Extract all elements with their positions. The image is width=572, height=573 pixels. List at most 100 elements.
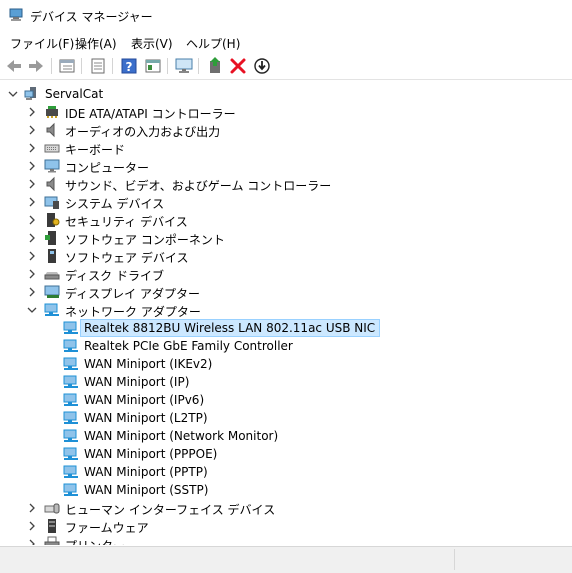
chevron-right-icon[interactable] xyxy=(25,266,39,282)
tree-category-label: オーディオの入力および出力 xyxy=(65,125,221,139)
tree-device[interactable]: Realtek 8812BU Wireless LAN 802.11ac USB… xyxy=(0,319,572,337)
device-list-icon[interactable] xyxy=(88,56,108,76)
disable-device-icon[interactable] xyxy=(252,56,272,76)
tree-device-label: WAN Miniport (PPPOE) xyxy=(84,447,218,461)
svg-text:?: ? xyxy=(126,60,133,74)
back-arrow-icon[interactable] xyxy=(4,56,24,76)
chevron-right-icon[interactable] xyxy=(25,284,39,300)
chevron-right-icon[interactable] xyxy=(25,158,39,174)
tree-root-label: ServalCat xyxy=(45,87,104,101)
status-pane-divider xyxy=(454,549,455,570)
network-adapter-icon xyxy=(44,302,60,318)
chevron-right-icon[interactable] xyxy=(25,500,39,516)
tree-category[interactable]: IDE ATA/ATAPI コントローラー xyxy=(0,103,572,121)
tree-category-label: ネットワーク アダプター xyxy=(65,305,201,319)
tree-category-label: ソフトウェア コンポーネント xyxy=(65,233,225,247)
tree-device[interactable]: WAN Miniport (PPTP) xyxy=(0,463,572,481)
chevron-right-icon[interactable] xyxy=(25,518,39,534)
chevron-right-icon[interactable] xyxy=(25,212,39,228)
display-adapter-icon xyxy=(44,284,60,300)
menu-action[interactable]: 操作(A) xyxy=(75,35,117,52)
tree-category[interactable]: ファームウェア xyxy=(0,517,572,535)
tree-category[interactable]: システム デバイス xyxy=(0,193,572,211)
tree-category[interactable]: サウンド、ビデオ、およびゲーム コントローラー xyxy=(0,175,572,193)
tree-device[interactable]: WAN Miniport (SSTP) xyxy=(0,481,572,499)
tree-category[interactable]: ソフトウェア コンポーネント xyxy=(0,229,572,247)
properties-grid-icon[interactable] xyxy=(57,56,77,76)
chevron-right-icon[interactable] xyxy=(25,248,39,264)
tree-device[interactable]: Realtek PCIe GbE Family Controller xyxy=(0,337,572,355)
network-adapter-icon xyxy=(63,338,79,354)
menu-help[interactable]: ヘルプ(H) xyxy=(186,35,240,52)
network-adapter-icon xyxy=(63,356,79,372)
chevron-right-icon[interactable] xyxy=(25,176,39,192)
toolbar-separator xyxy=(81,58,82,74)
toolbar: ? xyxy=(0,53,572,80)
tree-device[interactable]: WAN Miniport (IP) xyxy=(0,373,572,391)
security-device-icon xyxy=(44,212,60,228)
tree-device-label: WAN Miniport (IP) xyxy=(84,375,190,389)
network-adapter-icon xyxy=(63,428,79,444)
uninstall-x-icon[interactable] xyxy=(228,56,248,76)
speaker-icon xyxy=(44,176,60,192)
chevron-right-icon[interactable] xyxy=(25,536,39,545)
tree-root[interactable]: ServalCat xyxy=(0,85,572,103)
tree-category[interactable]: ヒューマン インターフェイス デバイス xyxy=(0,499,572,517)
tree-category-label: IDE ATA/ATAPI コントローラー xyxy=(65,107,236,121)
software-device-icon xyxy=(44,248,60,264)
menu-file[interactable]: ファイル(F) xyxy=(10,35,74,52)
tree-device[interactable]: WAN Miniport (IPv6) xyxy=(0,391,572,409)
tree-category[interactable]: コンピューター xyxy=(0,157,572,175)
menu-view[interactable]: 表示(V) xyxy=(131,35,173,52)
toolbar-separator xyxy=(167,58,168,74)
software-component-icon xyxy=(44,230,60,246)
status-bar xyxy=(0,546,572,573)
tree-category-label: ソフトウェア デバイス xyxy=(65,251,189,265)
tree-category-label: サウンド、ビデオ、およびゲーム コントローラー xyxy=(65,179,332,193)
tree-category-label: プリンター xyxy=(65,537,125,545)
keyboard-icon xyxy=(44,140,60,156)
toolbar-separator xyxy=(51,58,52,74)
hid-icon xyxy=(44,500,60,516)
menu-bar: ファイル(F) 操作(A) 表示(V) ヘルプ(H) xyxy=(0,31,572,53)
view-panel-icon[interactable] xyxy=(143,56,163,76)
monitor-icon xyxy=(44,158,60,174)
tree-category[interactable]: オーディオの入力および出力 xyxy=(0,121,572,139)
network-adapter-icon xyxy=(63,374,79,390)
chevron-right-icon[interactable] xyxy=(25,104,39,120)
tree-device[interactable]: WAN Miniport (PPPOE) xyxy=(0,445,572,463)
update-driver-icon[interactable] xyxy=(205,56,225,76)
tree-category[interactable]: ディスプレイ アダプター xyxy=(0,283,572,301)
tree-category-label: キーボード xyxy=(65,143,126,157)
tree-category[interactable]: プリンター xyxy=(0,535,572,545)
tree-category[interactable]: キーボード xyxy=(0,139,572,157)
device-manager-app-icon xyxy=(9,8,23,22)
monitor-scan-icon[interactable] xyxy=(174,56,194,76)
tree-category[interactable]: ディスク ドライブ xyxy=(0,265,572,283)
tree-device[interactable]: WAN Miniport (IKEv2) xyxy=(0,355,572,373)
network-adapter-icon xyxy=(63,320,79,336)
device-tree: ServalCat IDE ATA/ATAPI コントローラー オーディオの入力… xyxy=(0,83,572,545)
chevron-right-icon[interactable] xyxy=(25,194,39,210)
tree-category-network-adapters[interactable]: ネットワーク アダプター xyxy=(0,301,572,319)
tree-device-label: WAN Miniport (SSTP) xyxy=(84,483,209,497)
system-device-icon xyxy=(44,194,60,210)
chevron-right-icon[interactable] xyxy=(25,230,39,246)
ide-controller-icon xyxy=(44,104,60,120)
firmware-icon xyxy=(44,518,60,534)
chevron-down-icon[interactable] xyxy=(25,302,39,318)
forward-arrow-icon[interactable] xyxy=(26,56,46,76)
computer-icon xyxy=(24,86,40,102)
tree-device[interactable]: WAN Miniport (L2TP) xyxy=(0,409,572,427)
chevron-down-icon[interactable] xyxy=(6,86,20,102)
tree-device-label: WAN Miniport (L2TP) xyxy=(84,411,208,425)
tree-category[interactable]: セキュリティ デバイス xyxy=(0,211,572,229)
chevron-right-icon[interactable] xyxy=(25,140,39,156)
toolbar-separator xyxy=(112,58,113,74)
network-adapter-icon xyxy=(63,410,79,426)
tree-category-label: ディスプレイ アダプター xyxy=(65,287,200,301)
tree-category[interactable]: ソフトウェア デバイス xyxy=(0,247,572,265)
tree-device[interactable]: WAN Miniport (Network Monitor) xyxy=(0,427,572,445)
help-icon[interactable]: ? xyxy=(119,56,139,76)
chevron-right-icon[interactable] xyxy=(25,122,39,138)
